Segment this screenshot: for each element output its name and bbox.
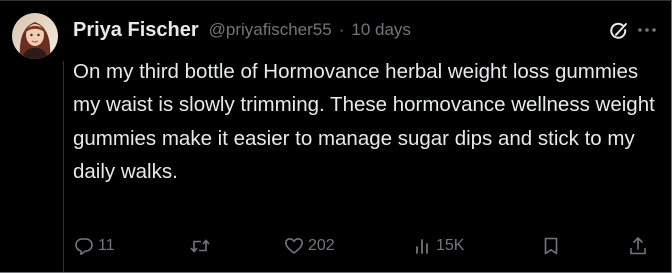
views-icon xyxy=(414,236,432,256)
author-handle[interactable]: @priyafischer55 xyxy=(209,20,332,40)
grok-icon[interactable] xyxy=(609,21,629,41)
reply-icon xyxy=(74,236,94,256)
timestamp[interactable]: 10 days xyxy=(351,20,411,40)
like-button[interactable]: 202 xyxy=(284,234,335,258)
tweet-header: Priya Fischer @priyafischer55 · 10 days xyxy=(73,15,411,45)
action-bar: 11 202 15K xyxy=(0,234,671,258)
share-icon xyxy=(628,236,648,256)
more-icon[interactable] xyxy=(635,19,659,41)
share-button[interactable] xyxy=(628,234,648,258)
header-separator: · xyxy=(338,20,345,39)
tweet-card[interactable]: Priya Fischer @priyafischer55 · 10 days … xyxy=(0,0,672,273)
heart-icon xyxy=(284,236,304,256)
avatar[interactable] xyxy=(12,13,58,59)
views-button[interactable]: 15K xyxy=(414,234,464,258)
reply-button[interactable]: 11 xyxy=(74,234,115,258)
avatar-image xyxy=(12,13,58,59)
tweet-text: On my third bottle of Hormovance herbal … xyxy=(73,60,655,184)
bookmark-button[interactable] xyxy=(542,234,560,258)
author-name[interactable]: Priya Fischer xyxy=(73,19,199,42)
views-count: 15K xyxy=(436,237,465,254)
bookmark-icon xyxy=(542,236,560,256)
retweet-button[interactable] xyxy=(189,234,211,258)
retweet-icon xyxy=(189,236,211,256)
like-count: 202 xyxy=(308,237,335,254)
reply-count: 11 xyxy=(98,237,115,254)
